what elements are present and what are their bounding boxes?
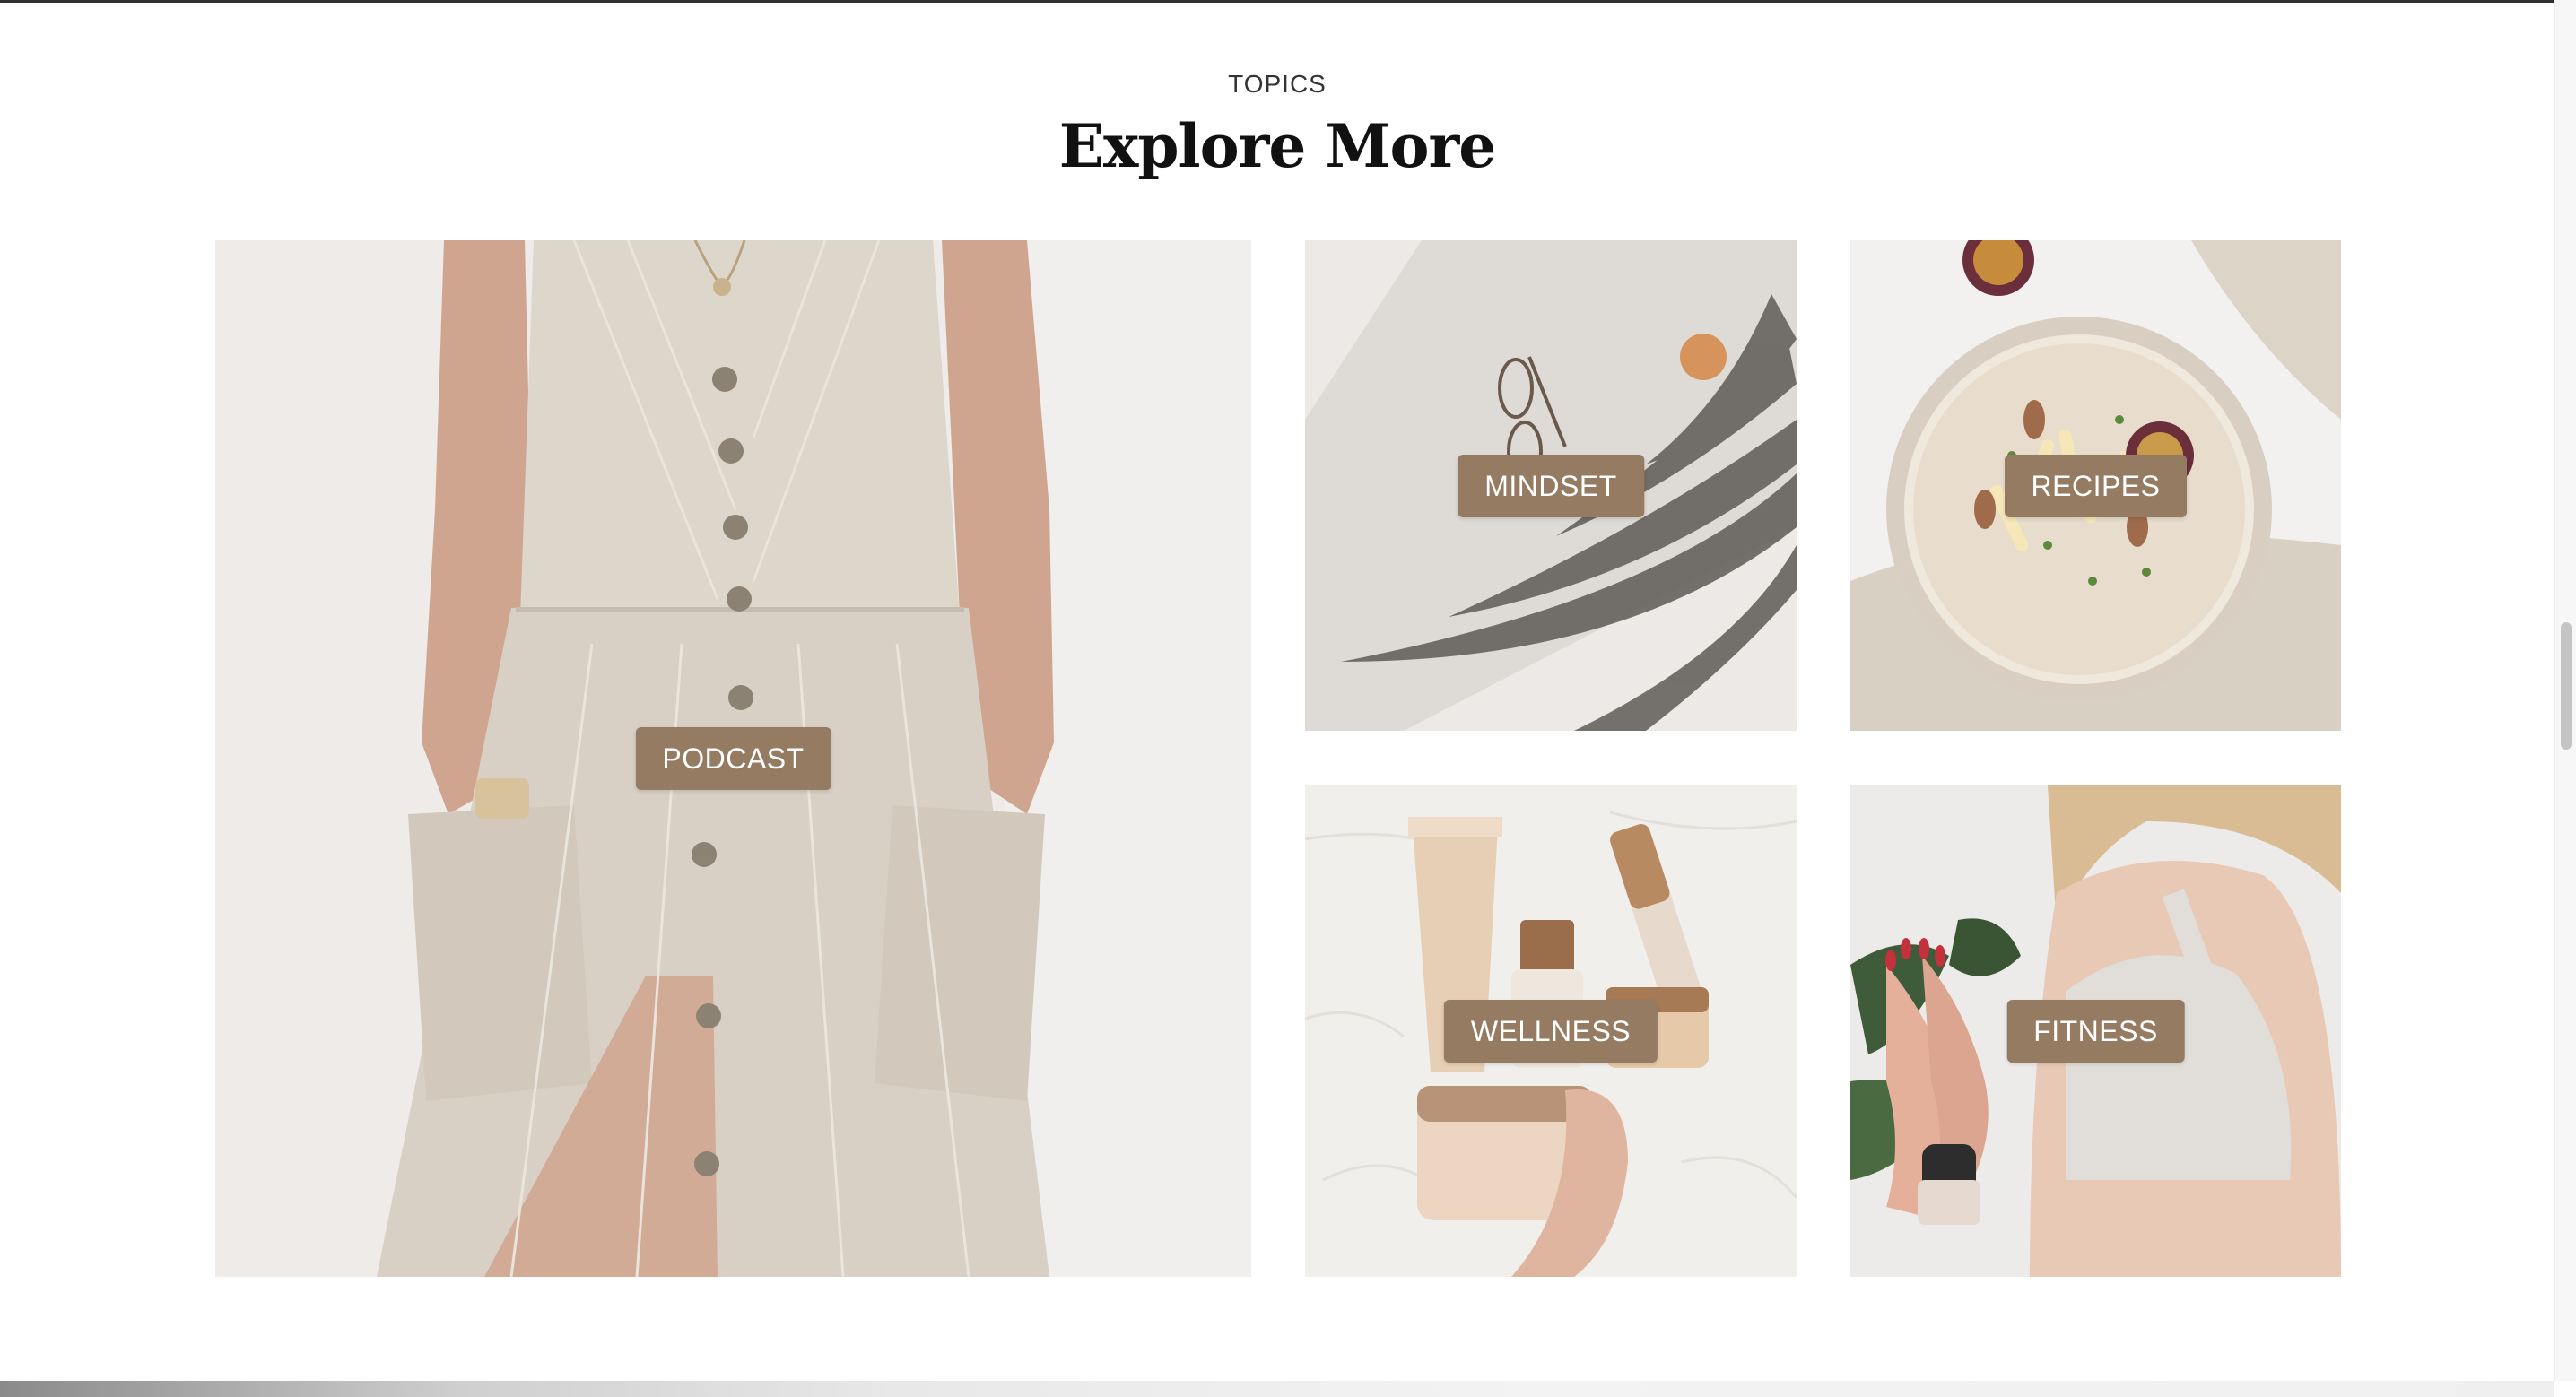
topic-tile-wellness[interactable]: WELLNESS: [1305, 785, 1797, 1277]
top-divider: [0, 0, 2576, 3]
topic-tile-mindset[interactable]: MINDSET: [1305, 240, 1797, 731]
topic-label-mindset: MINDSET: [1458, 454, 1644, 517]
section-eyebrow: TOPICS: [1228, 70, 1327, 98]
vertical-scrollbar[interactable]: [2554, 0, 2576, 1381]
topic-tile-fitness[interactable]: FITNESS: [1850, 785, 2341, 1277]
topic-tile-podcast[interactable]: PODCAST: [215, 240, 1251, 1277]
topic-label-recipes: RECIPES: [2004, 454, 2188, 517]
next-section-edge: [0, 1381, 2554, 1397]
topic-label-fitness: FITNESS: [2006, 1000, 2185, 1063]
topic-label-podcast: PODCAST: [635, 727, 831, 790]
section-title: Explore More: [1058, 111, 1496, 181]
topic-label-wellness: WELLNESS: [1443, 1000, 1658, 1063]
scrollbar-thumb[interactable]: [2561, 622, 2572, 750]
topic-tile-recipes[interactable]: RECIPES: [1850, 240, 2341, 731]
